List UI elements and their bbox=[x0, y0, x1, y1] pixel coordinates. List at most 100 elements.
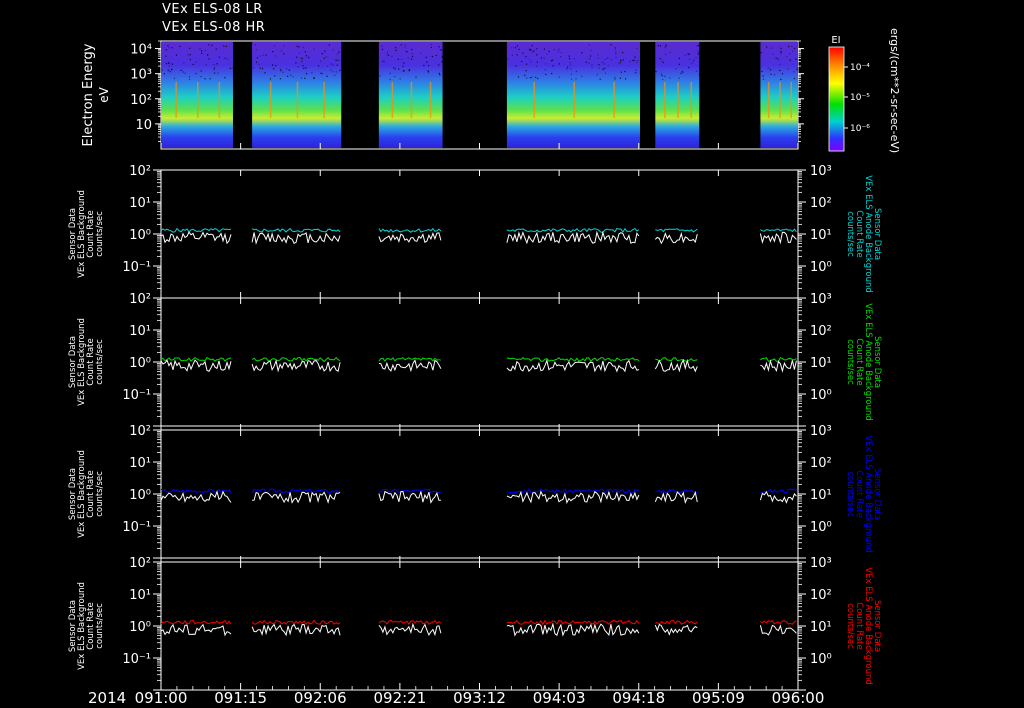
spectrogram-speckle bbox=[167, 69, 169, 71]
panel-right-ylabel: counts/sec bbox=[845, 211, 855, 257]
spectrogram-speckle bbox=[599, 78, 601, 80]
spectrogram-speckle bbox=[167, 45, 169, 47]
spectrogram-speckle bbox=[567, 66, 569, 68]
spectrogram-speckle bbox=[659, 58, 661, 60]
panel-frame bbox=[160, 561, 799, 691]
spectrogram-speckle bbox=[597, 54, 599, 56]
spectrogram-speckle bbox=[255, 61, 258, 63]
spectrogram-speckle bbox=[224, 77, 226, 79]
spectrogram-speckle bbox=[167, 62, 169, 64]
spectrogram-speckle bbox=[637, 60, 639, 62]
spectrogram-speckle bbox=[558, 48, 560, 50]
panel-frame bbox=[160, 297, 799, 427]
spectrogram-speckle bbox=[604, 67, 606, 69]
spectrogram-speckle bbox=[262, 54, 264, 56]
spectrogram-speckle bbox=[614, 48, 616, 50]
spectrogram-speckle bbox=[394, 68, 396, 70]
spectrogram-speckle bbox=[696, 45, 698, 47]
series-background-trace bbox=[506, 619, 640, 626]
series-background-trace bbox=[760, 228, 797, 233]
spectrogram-speckle bbox=[699, 45, 701, 47]
colorbar: EI 10⁻⁴ 10⁻⁵ 10⁻⁶ ergs/(cm**2-sr-sec-eV) bbox=[828, 28, 901, 153]
spectrogram-speckle bbox=[305, 67, 307, 69]
spectrogram-speckle bbox=[398, 68, 400, 70]
spectrogram-speckle bbox=[786, 56, 788, 58]
spectrogram-speckle bbox=[601, 61, 604, 63]
spectrogram-speckle bbox=[411, 58, 413, 60]
spectrogram-speckle bbox=[401, 58, 403, 60]
spectrogram-speckle bbox=[678, 77, 680, 79]
spectrogram-speckle bbox=[231, 67, 233, 69]
spectrogram-speckle bbox=[430, 46, 432, 49]
spectrogram-speckle bbox=[560, 56, 562, 58]
spectrogram-streak bbox=[664, 82, 666, 118]
spectrogram-speckle bbox=[766, 46, 768, 48]
spectrogram-speckle bbox=[411, 48, 413, 51]
count-rate-panels: 10²10¹10⁰10⁻¹10³10²10¹10⁰Sensor Data VEx … bbox=[68, 164, 882, 691]
series-reference-trace bbox=[251, 623, 341, 637]
time-tick-label: 091:15 bbox=[214, 689, 267, 707]
spectrogram-speckle bbox=[507, 58, 509, 60]
spectrogram-speckle bbox=[557, 50, 559, 53]
spectrogram-speckle bbox=[300, 77, 302, 79]
spectrogram-streak bbox=[296, 82, 299, 118]
spectrogram-speckle bbox=[215, 48, 217, 50]
spectrogram-speckle bbox=[165, 63, 167, 65]
spectrogram-speckle bbox=[305, 55, 307, 57]
spectrogram-speckle bbox=[165, 49, 167, 51]
spectrogram-speckle bbox=[636, 47, 638, 50]
spectrogram-speckle bbox=[386, 53, 388, 55]
series-reference-trace bbox=[654, 490, 698, 505]
spectrogram-speckle bbox=[332, 64, 334, 66]
series-background-trace bbox=[378, 619, 442, 626]
spectrogram-speckle bbox=[224, 57, 226, 59]
spectrogram-speckle bbox=[780, 50, 782, 52]
spectrogram-speckle bbox=[379, 75, 381, 77]
panel-right-tick-label: 10³ bbox=[810, 292, 832, 307]
spectrogram-speckle bbox=[691, 62, 693, 64]
panel-frame bbox=[160, 169, 799, 299]
series-reference-trace bbox=[251, 231, 341, 245]
spectrogram-speckle bbox=[273, 45, 276, 47]
spectrogram-speckle bbox=[182, 71, 184, 73]
spectrogram-streak bbox=[573, 82, 575, 118]
series-background-trace bbox=[160, 488, 232, 494]
spectrogram-panel: 10 10² 10³ 10⁴ Electron Energy eV bbox=[81, 40, 804, 150]
spectrogram-speckle bbox=[560, 52, 562, 54]
spectrogram-speckle bbox=[635, 69, 637, 71]
spectrogram-speckle bbox=[296, 45, 298, 47]
spectrogram-speckle bbox=[320, 60, 322, 62]
spectrogram-speckle bbox=[279, 78, 281, 80]
spectrogram-speckle bbox=[588, 44, 590, 46]
spectrogram-streak bbox=[391, 82, 394, 118]
time-tick-label: 094:03 bbox=[533, 689, 586, 707]
spectrogram-speckle bbox=[323, 57, 325, 59]
spectrogram-speckle bbox=[280, 69, 282, 72]
spectrogram-streak bbox=[197, 82, 199, 118]
spectrogram-speckle bbox=[304, 51, 306, 53]
spectrogram-speckle bbox=[665, 53, 667, 55]
spectrogram-streak bbox=[767, 82, 770, 118]
series-background-trace bbox=[655, 620, 698, 625]
spectrogram-speckle bbox=[389, 72, 391, 74]
spectrogram-speckle bbox=[175, 54, 177, 56]
spectrogram-speckle bbox=[199, 48, 201, 50]
panel-left-tick-label: 10⁰ bbox=[129, 620, 151, 635]
spectrogram-speckle bbox=[610, 44, 612, 46]
spectrogram-speckle bbox=[393, 67, 395, 69]
series-background-trace bbox=[760, 619, 797, 625]
spectrogram-speckle bbox=[306, 73, 308, 75]
series-background-trace bbox=[506, 357, 640, 363]
spectrogram-speckle bbox=[697, 50, 699, 52]
spectrogram-speckle bbox=[661, 60, 663, 62]
panel-left-tick-label: 10¹ bbox=[129, 196, 151, 211]
spectrogram-speckle bbox=[569, 58, 571, 60]
spectrogram-speckle bbox=[441, 55, 443, 57]
spectrogram-speckle bbox=[537, 77, 539, 80]
spectrogram-speckle bbox=[171, 63, 173, 65]
spectrogram-speckle bbox=[165, 55, 167, 57]
spectrogram-speckle bbox=[607, 64, 609, 67]
spectrogram-speckle bbox=[405, 50, 407, 53]
panel-left-ylabel: counts/sec bbox=[95, 211, 105, 257]
spectrogram-streak bbox=[790, 82, 792, 118]
